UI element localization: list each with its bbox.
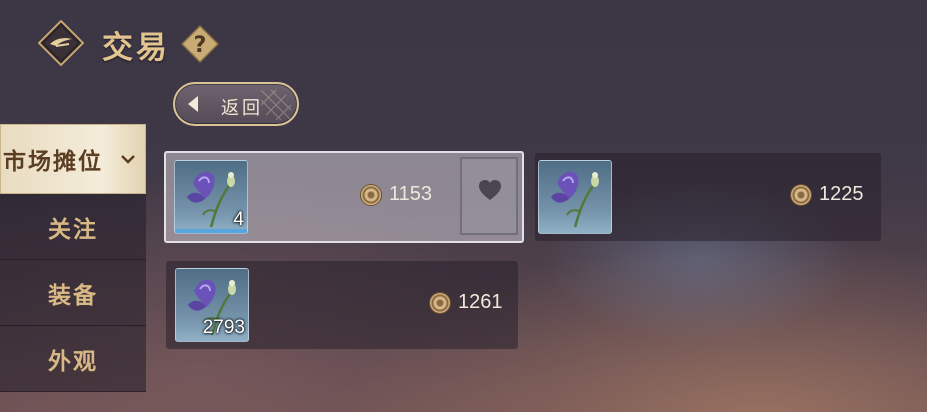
decorative-pattern-icon	[261, 90, 291, 120]
back-button[interactable]: 返回	[173, 82, 299, 126]
sidebar-item-follow[interactable]: 关注	[0, 194, 146, 260]
price-value: 1261	[458, 291, 503, 313]
sidebar: 市场摊位 关注 装备 外观	[0, 124, 150, 412]
price: 1153	[361, 183, 432, 206]
price: 1225	[791, 183, 864, 206]
sidebar-item-market-stall[interactable]: 市场摊位	[0, 124, 146, 194]
header: 交易 ?	[0, 0, 400, 80]
item-quantity: 2793	[202, 317, 245, 338]
sidebar-item-label: 市场摊位	[3, 148, 103, 175]
back-arrow-icon	[188, 96, 198, 112]
favorite-button[interactable]	[460, 157, 518, 235]
coin-icon	[430, 292, 450, 313]
sidebar-item-label: 装备	[48, 281, 98, 309]
price: 1261	[430, 291, 503, 314]
price-value: 1225	[819, 183, 864, 205]
coin-icon	[791, 184, 811, 205]
item-slot	[538, 160, 612, 234]
sidebar-item-label: 关注	[48, 215, 98, 243]
item-slot: 4	[174, 160, 248, 234]
back-button-label: 返回	[221, 98, 263, 119]
purple-flower-icon	[551, 171, 599, 228]
coin-icon	[361, 184, 381, 205]
item-slot: 2793	[175, 268, 249, 342]
listing-card[interactable]: 1225	[535, 153, 881, 241]
item-quantity: 4	[233, 209, 244, 230]
listing-card[interactable]: 2793 1261	[166, 261, 518, 349]
svg-text:?: ?	[194, 33, 207, 58]
listing-card[interactable]: 4 1153	[164, 151, 524, 243]
price-value: 1153	[389, 183, 433, 205]
page-title: 交易	[102, 30, 170, 66]
trade-logo-icon	[38, 20, 84, 66]
sidebar-item-equipment[interactable]: 装备	[0, 260, 146, 326]
sidebar-item-appearance[interactable]: 外观	[0, 326, 146, 392]
sidebar-item-label: 外观	[48, 347, 98, 375]
item-quality-bar	[175, 229, 247, 233]
chevron-down-icon	[121, 155, 135, 164]
heart-icon	[479, 180, 501, 200]
help-icon[interactable]: ?	[181, 25, 219, 63]
